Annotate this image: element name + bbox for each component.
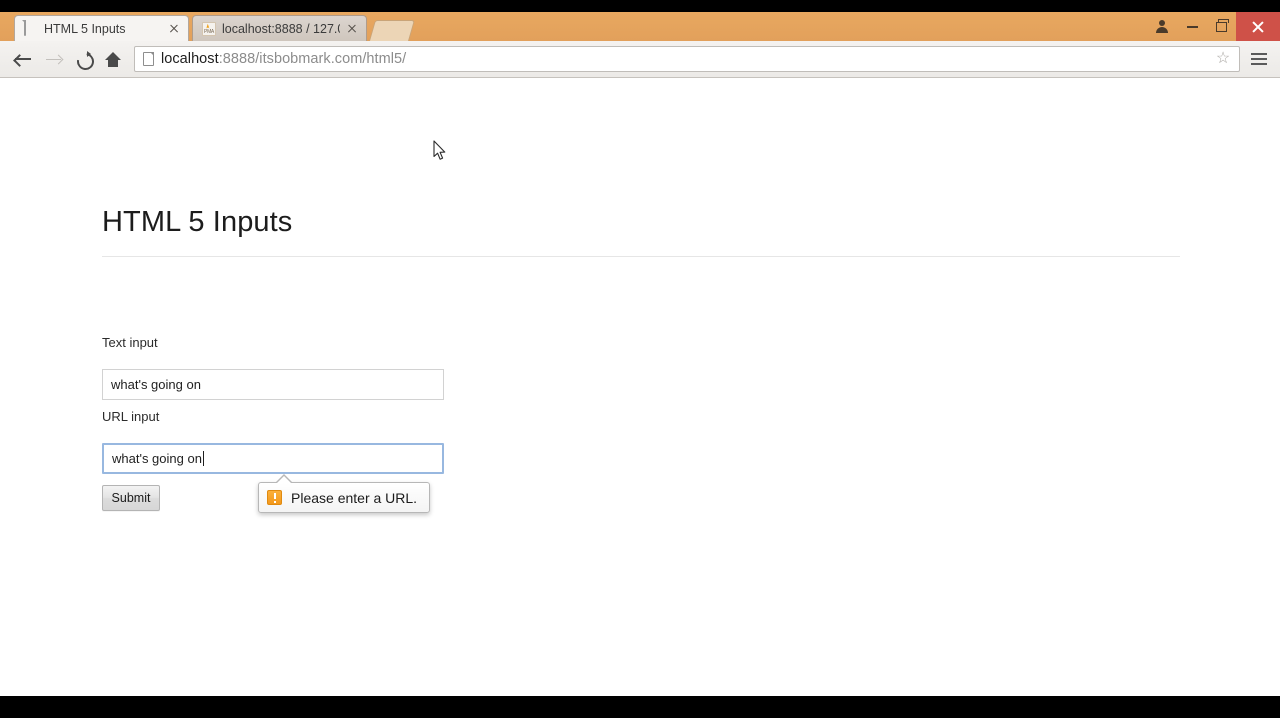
tab-title: localhost:8888 / 127.0.0.1 [222,21,340,36]
screen: HTML 5 Inputs PMA localhost:8888 / 127.0… [0,0,1280,718]
close-icon[interactable] [166,21,182,37]
horizontal-rule [102,256,1180,257]
url-input-value: what's going on [112,451,202,466]
bookmark-star-icon[interactable]: ☆ [1213,51,1233,67]
page-viewport: HTML 5 Inputs Text input what's going on… [0,78,1280,694]
letterbox-top [0,0,1280,12]
text-caret [202,451,204,466]
home-icon [105,51,121,67]
validation-bubble: Please enter a URL. [258,474,431,513]
validation-message: Please enter a URL. [291,489,418,506]
text-input-value: what's going on [111,377,201,392]
close-window-button[interactable] [1236,12,1280,41]
url-input-label: URL input [102,409,160,424]
new-tab-button[interactable] [368,20,416,41]
browser-window: HTML 5 Inputs PMA localhost:8888 / 127.0… [0,12,1280,696]
letterbox-bottom [0,696,1280,718]
page-content: HTML 5 Inputs Text input what's going on… [0,78,1280,694]
bubble-tail [277,476,291,483]
hamburger-menu-icon[interactable] [1246,46,1272,72]
text-input-label: Text input [102,335,158,350]
page-title: HTML 5 Inputs [102,206,293,238]
tab-strip: HTML 5 Inputs PMA localhost:8888 / 127.0… [0,12,1280,41]
document-icon [24,20,38,36]
maximize-button[interactable] [1207,12,1236,41]
warning-icon [267,490,282,505]
user-avatar-icon[interactable] [1146,12,1178,41]
reload-button[interactable] [68,44,98,74]
minimize-button[interactable] [1178,12,1207,41]
reload-icon [76,50,91,67]
phpmyadmin-icon: PMA [202,21,216,36]
forward-button[interactable] [38,44,68,74]
arrow-left-icon [14,52,32,66]
text-input[interactable]: what's going on [102,369,444,400]
back-button[interactable] [8,44,38,74]
submit-button[interactable]: Submit [102,485,160,511]
address-bar[interactable]: localhost:8888/itsbobmark.com/html5/ ☆ [134,46,1240,72]
arrow-right-icon [45,52,62,66]
tab-html5-inputs[interactable]: HTML 5 Inputs [14,15,189,41]
tab-phpmyadmin[interactable]: PMA localhost:8888 / 127.0.0.1 [192,15,367,41]
mouse-cursor [433,140,446,160]
home-button[interactable] [98,44,128,74]
tab-title: HTML 5 Inputs [44,21,126,36]
browser-toolbar: localhost:8888/itsbobmark.com/html5/ ☆ [0,41,1280,78]
url-path: :8888/itsbobmark.com/html5/ [218,51,407,67]
window-controls [1146,12,1280,41]
close-icon[interactable] [344,21,360,37]
url-input[interactable]: what's going on [102,443,444,474]
url-host: localhost [161,51,219,67]
page-info-icon[interactable] [143,52,154,66]
url-text: localhost:8888/itsbobmark.com/html5/ [161,51,1213,67]
